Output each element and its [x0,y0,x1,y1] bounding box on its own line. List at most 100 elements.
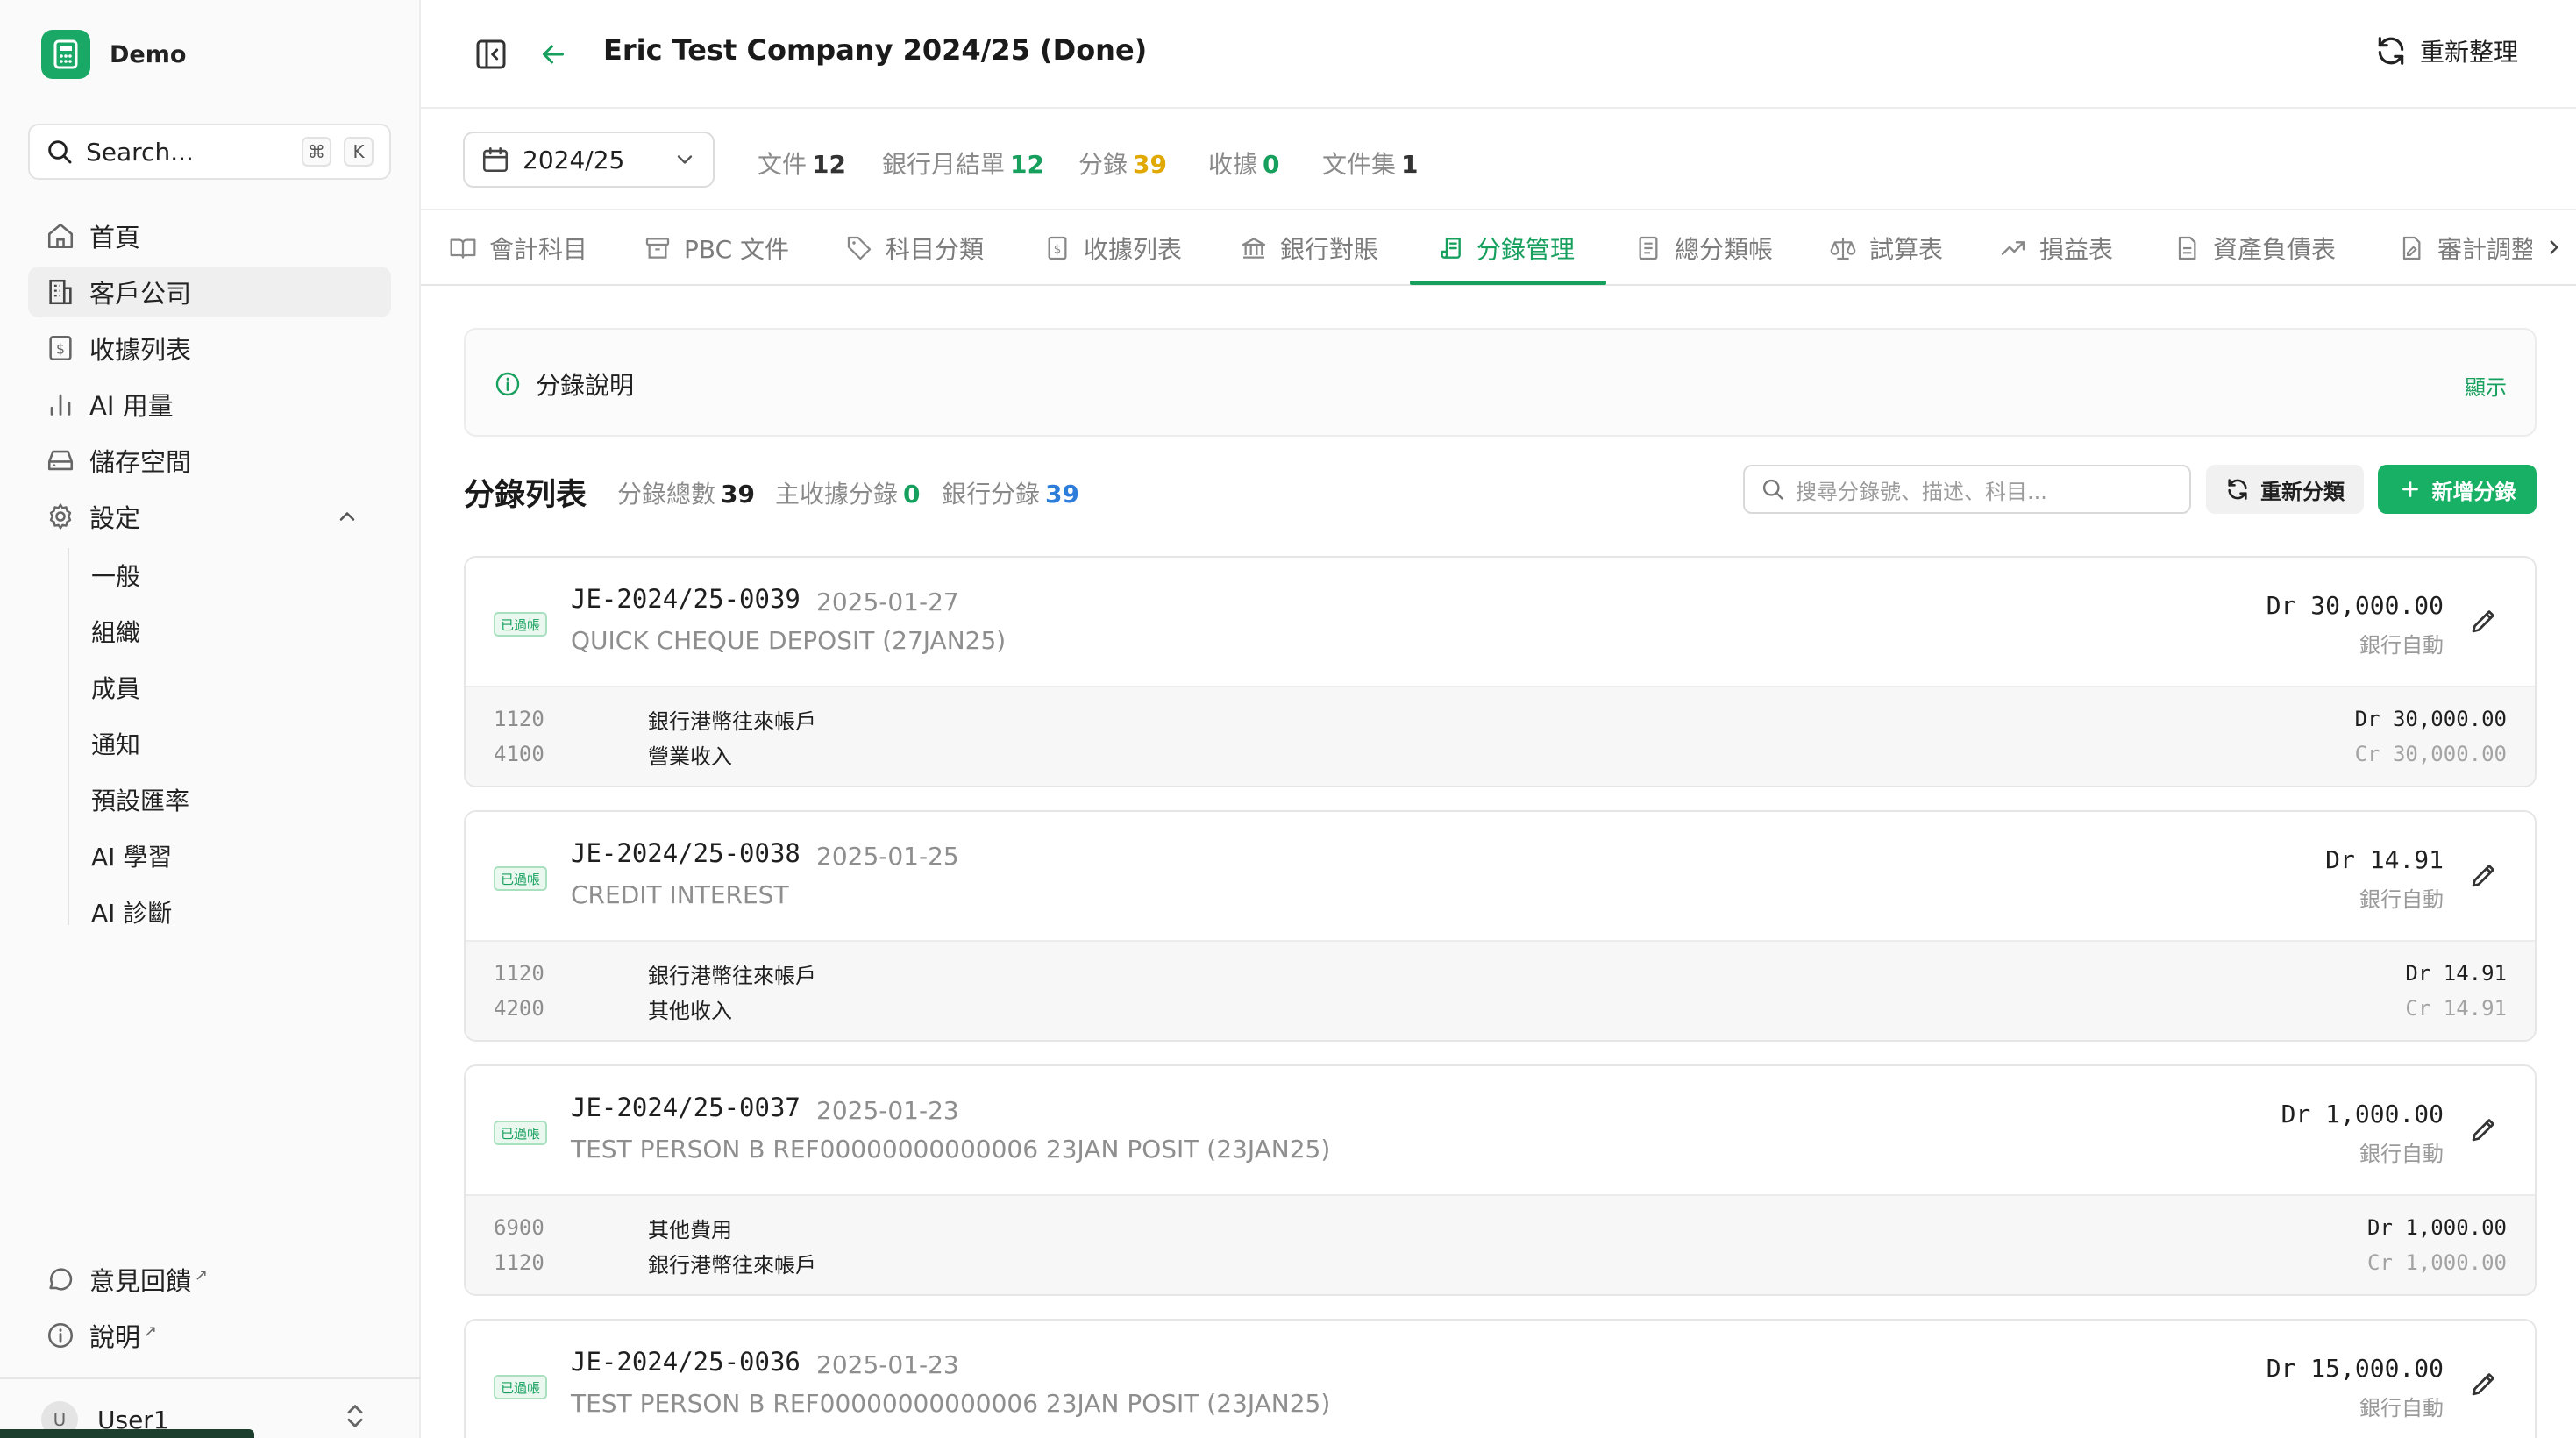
entry-line: 6900 其他費用 Dr 1,000.00 [494,1210,2507,1245]
account-code: 1120 [494,961,544,986]
sidebar-item-settings[interactable]: 設定 [28,491,391,542]
chevron-down-icon [677,155,693,164]
tab-journal-entries[interactable]: 分錄管理 [1436,210,1575,286]
refresh-icon [2378,37,2404,65]
entry-number: JE-2024/25-0036 [571,1347,801,1377]
entry-amount: Dr 1,000.00 [2281,1100,2444,1128]
settings-notifications[interactable]: 通知 [91,726,140,761]
stat-doc-sets[interactable]: 文件集 1 [1322,146,1419,181]
journal-entry-card[interactable]: 已過帳 JE-2024/25-0036 2025-01-23 TEST PERS… [464,1319,2537,1438]
sidebar-toggle-icon[interactable] [473,37,509,72]
file-edit-icon [2402,236,2421,260]
entry-source: 銀行自動 [2359,887,2444,912]
account-code: 4100 [494,742,544,766]
settings-ai-learning[interactable]: AI 學習 [91,838,172,873]
bar-chart-icon [50,394,71,416]
search-icon [1762,479,1783,500]
settings-general[interactable]: 一般 [91,558,140,593]
list-title: 分錄列表 [464,478,587,513]
status-badge: 已過帳 [494,1375,548,1399]
settings-default-rates[interactable]: 預設匯率 [91,782,189,817]
scale-icon [1830,238,1856,260]
sidebar-search[interactable]: Search... ⌘ K [28,124,391,180]
reclassify-button[interactable]: 重新分類 [2206,465,2364,514]
sidebar-item-label: 設定 [89,503,141,533]
sidebar-item-home[interactable]: 首頁 [28,210,391,261]
submenu-divider [68,548,69,925]
brand[interactable]: Demo [41,30,186,79]
sidebar: Demo Search... ⌘ K 首頁 客戶公司 $ 收據列表 AI 用量 … [0,0,421,1438]
account-name: 其他收入 [648,998,732,1023]
account-name: 其他費用 [648,1217,732,1242]
account-code: 4200 [494,996,544,1021]
tab-account-classification[interactable]: 科目分類 [845,210,984,286]
period-select[interactable]: 2024/25 [463,132,715,188]
tab-receipts[interactable]: $ 收據列表 [1043,210,1182,286]
entry-number: JE-2024/25-0037 [571,1093,801,1122]
entry-date: 2025-01-23 [816,1096,959,1125]
home-icon [47,223,74,249]
entry-line: 1120 銀行港幣往來帳戶 Cr 1,000.00 [494,1245,2507,1280]
settings-members[interactable]: 成員 [91,670,140,705]
info-icon [495,372,520,396]
period-value: 2024/25 [523,145,625,174]
pencil-icon[interactable] [2468,605,2500,637]
arrow-left-icon[interactable] [537,39,569,70]
sidebar-item-label: 儲存空間 [89,447,192,477]
sidebar-item-ai-usage[interactable]: AI 用量 [28,379,391,430]
tab-balance-sheet[interactable]: 資產負債表 [2173,210,2336,286]
file-text-icon [1639,236,1658,260]
entry-search-input[interactable]: 搜尋分錄號、描述、科目... [1743,465,2191,514]
stat-bank-statements[interactable]: 銀行月結單 12 [882,146,1044,181]
line-amount: Cr 30,000.00 [2354,742,2507,766]
entry-number: JE-2024/25-0039 [571,584,801,614]
tabs-scroll-right[interactable] [2532,210,2576,284]
entry-date: 2025-01-23 [816,1350,959,1379]
feedback-link[interactable]: 意見回饋 ↗ [28,1254,391,1305]
sidebar-item-receipts[interactable]: $ 收據列表 [28,323,391,374]
chevrons-up-down-icon[interactable] [340,1401,370,1431]
tab-bar: 會計科目 PBC 文件 科目分類 $ 收據列表 銀行對賬 分錄管理 總分類帳 試… [421,210,2576,286]
storage-icon [47,450,74,471]
tab-bank-reconciliation[interactable]: 銀行對賬 [1240,210,1378,286]
tab-general-ledger[interactable]: 總分類帳 [1634,210,1773,286]
status-badge: 已過帳 [494,866,548,891]
stat-entries[interactable]: 分錄 39 [1078,146,1167,181]
tab-trial-balance[interactable]: 試算表 [1829,210,1943,286]
journal-entry-card[interactable]: 已過帳 JE-2024/25-0039 2025-01-27 QUICK CHE… [464,556,2537,787]
chevron-up-icon[interactable] [335,504,359,529]
refresh-button[interactable]: 重新整理 [2374,33,2518,68]
entry-line: 4100 營業收入 Cr 30,000.00 [494,737,2507,772]
journal-entry-card[interactable]: 已過帳 JE-2024/25-0037 2025-01-23 TEST PERS… [464,1064,2537,1296]
line-amount: Dr 30,000.00 [2354,707,2507,731]
search-icon [48,140,72,164]
tab-chart-of-accounts[interactable]: 會計科目 [449,210,587,286]
tab-pbc[interactable]: PBC 文件 [644,210,789,286]
pencil-icon[interactable] [2468,859,2500,891]
info-show-toggle[interactable]: 顯示 [2465,370,2507,401]
journal-entry-card[interactable]: 已過帳 JE-2024/25-0038 2025-01-25 CREDIT IN… [464,810,2537,1042]
tab-income-statement[interactable]: 損益表 [1999,210,2113,286]
line-amount: Dr 1,000.00 [2367,1215,2507,1240]
line-amount: Cr 14.91 [2405,996,2507,1021]
page-title: Eric Test Company 2024/25 (Done) [603,33,1148,67]
sidebar-item-clients[interactable]: 客戶公司 [28,267,391,317]
entry-source: 銀行自動 [2359,1396,2444,1420]
add-entry-button[interactable]: 新增分錄 [2378,465,2537,514]
entry-description: CREDIT INTEREST [571,880,789,909]
stat-receipts[interactable]: 收據 0 [1208,146,1280,181]
status-badge: 已過帳 [494,1121,548,1145]
book-open-icon [450,238,476,259]
help-link[interactable]: 說明 ↗ [28,1310,391,1361]
stat-documents[interactable]: 文件 12 [758,146,846,181]
receipt-entries-stat: 主收據分錄 0 [775,480,921,509]
settings-organization[interactable]: 組織 [91,614,140,649]
pencil-icon[interactable] [2468,1368,2500,1399]
info-title: 分錄說明 [536,371,635,400]
feedback-label: 意見回饋 [89,1266,192,1296]
pencil-icon[interactable] [2468,1114,2500,1145]
tab-audit-adjustments[interactable]: 審計調整 [2397,210,2536,286]
sidebar-item-storage[interactable]: 儲存空間 [28,435,391,486]
plus-icon [2402,481,2418,497]
settings-ai-diagnosis[interactable]: AI 診斷 [91,894,172,929]
